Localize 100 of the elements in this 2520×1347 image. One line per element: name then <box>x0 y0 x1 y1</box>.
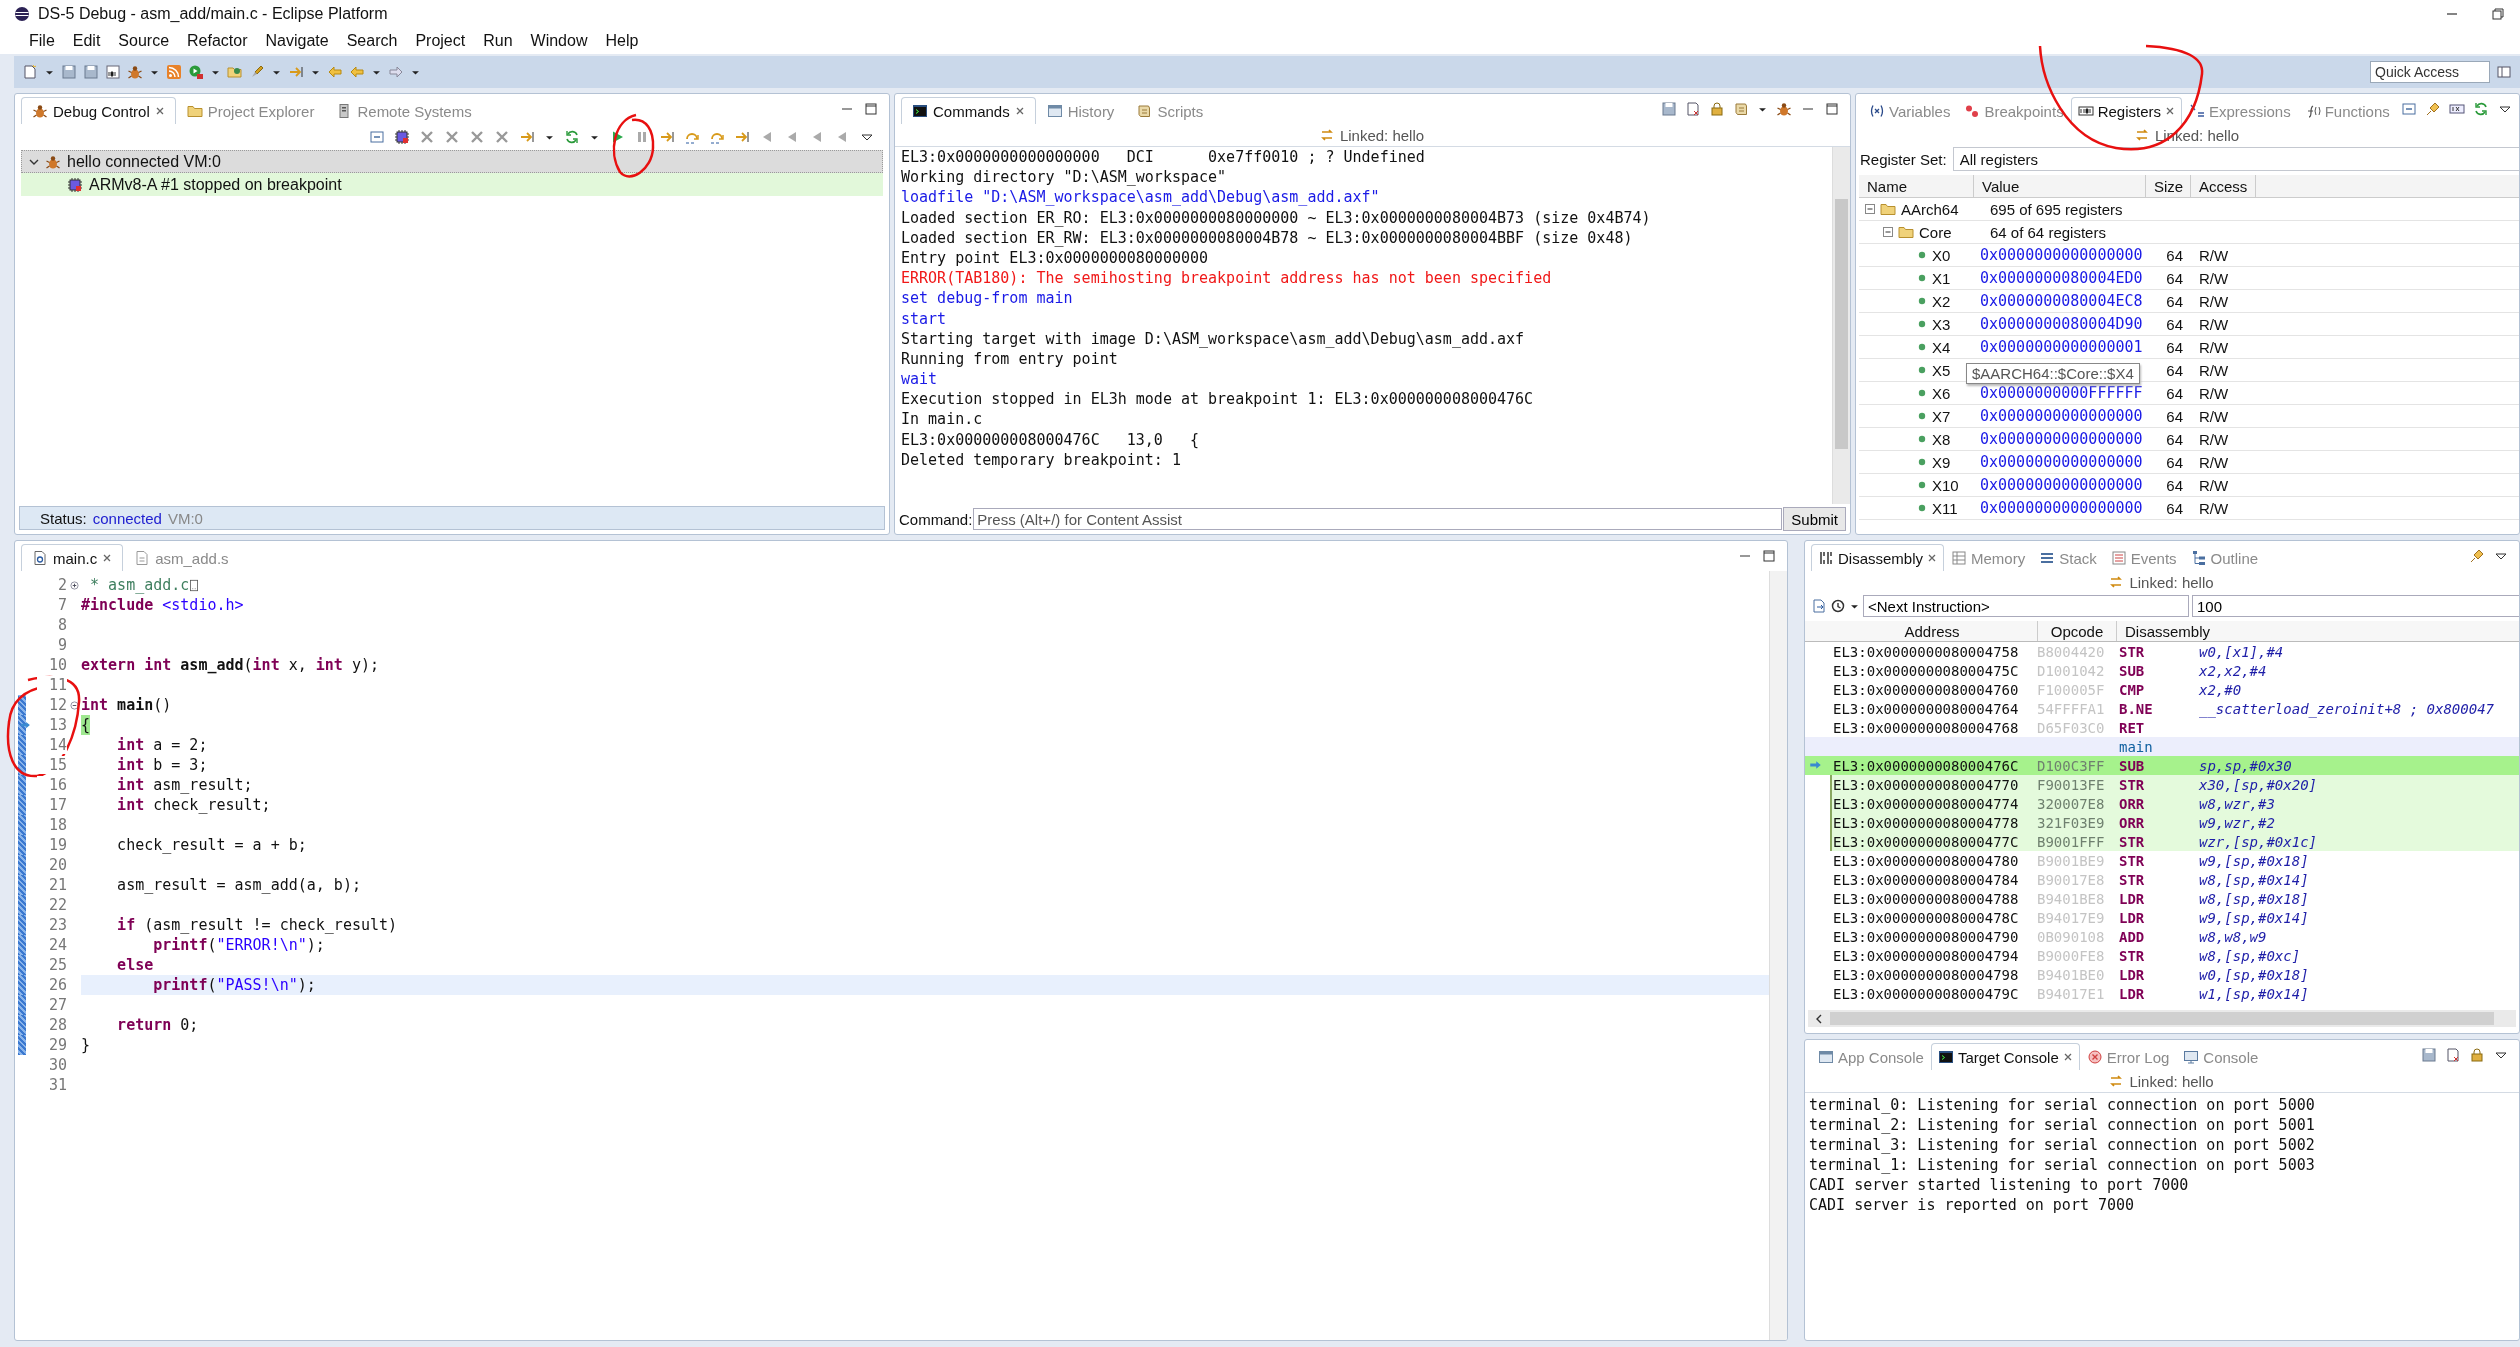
open-folder-icon[interactable] <box>227 64 243 80</box>
tab[interactable]: Console <box>2176 1043 2266 1070</box>
tab[interactable]: Remote Systems <box>325 97 483 124</box>
perspective-icon[interactable] <box>2496 64 2512 80</box>
collapse-all-icon[interactable] <box>2400 101 2417 117</box>
linked-context-dropdown[interactable]: Linked: hello <box>2127 573 2216 591</box>
floppy-icon[interactable] <box>1661 101 1677 117</box>
column-header[interactable]: Opcode <box>2038 621 2117 641</box>
pin-icon[interactable] <box>2424 101 2441 117</box>
lock-icon[interactable] <box>2469 1047 2485 1063</box>
column-header[interactable]: Size <box>2146 175 2191 197</box>
new-file-icon[interactable] <box>22 64 38 80</box>
column-header[interactable]: Disassembly <box>2117 621 2519 641</box>
close-icon[interactable] <box>102 553 113 563</box>
bug-icon[interactable] <box>127 64 143 80</box>
tab[interactable]: Functions <box>2297 97 2397 124</box>
close-icon[interactable] <box>1014 106 1025 116</box>
clear-console-icon[interactable] <box>1685 101 1701 117</box>
binary-file-icon[interactable] <box>105 64 121 80</box>
run-icon[interactable] <box>188 64 204 80</box>
tab[interactable]: Stack <box>2032 544 2104 571</box>
tab[interactable]: History <box>1035 97 1126 124</box>
tab[interactable]: Debug Control <box>21 97 176 124</box>
tab[interactable]: Error Log <box>2079 1043 2177 1070</box>
hex-format-icon[interactable] <box>2448 101 2465 117</box>
folded-code-icon[interactable] <box>190 578 199 592</box>
chip-icon[interactable] <box>394 129 410 145</box>
floppy-icon[interactable] <box>83 64 99 80</box>
scroll-left-icon[interactable] <box>1814 1013 1824 1024</box>
lock-icon[interactable] <box>1709 101 1725 117</box>
refresh-icon[interactable] <box>2472 101 2489 117</box>
collapse-all-icon[interactable] <box>369 129 385 145</box>
register-set-dropdown[interactable]: All registers <box>1952 147 2519 171</box>
step-arrow-icon[interactable] <box>734 129 750 145</box>
menu-item[interactable]: Help <box>596 32 648 50</box>
tab[interactable]: Memory <box>1944 544 2033 571</box>
close-icon[interactable] <box>2165 106 2175 116</box>
maximize-icon[interactable] <box>863 101 879 117</box>
tree-toggle-icon[interactable] <box>1865 204 1875 214</box>
step-arrow-icon[interactable] <box>519 129 535 145</box>
tab[interactable]: Scripts <box>1125 97 1215 124</box>
right-arrow-icon[interactable] <box>388 64 404 80</box>
tab[interactable]: App Console <box>1811 1043 1931 1070</box>
submit-button[interactable]: Submit <box>1783 507 1846 531</box>
instruction-count-field[interactable]: 100 <box>2192 595 2519 617</box>
bug-icon[interactable] <box>1776 101 1792 117</box>
tab[interactable]: Variables <box>1862 97 1958 124</box>
maximize-icon[interactable] <box>1761 548 1777 564</box>
menu-item[interactable]: Refactor <box>178 32 257 50</box>
close-icon[interactable] <box>1927 553 1938 563</box>
tab[interactable]: main.c <box>21 544 124 571</box>
refresh-icon[interactable] <box>564 129 580 145</box>
tab[interactable]: Outline <box>2183 544 2266 571</box>
clear-console-icon[interactable] <box>2445 1047 2461 1063</box>
tab[interactable]: Breakpoints <box>1957 97 2071 124</box>
tab[interactable]: Commands <box>901 97 1036 124</box>
tab[interactable]: asm_add.s <box>123 544 240 571</box>
fold-toggle-icon[interactable] <box>69 580 79 590</box>
close-icon[interactable] <box>154 106 165 116</box>
step-arrow-icon[interactable] <box>659 129 675 145</box>
tab[interactable]: Disassembly <box>1811 544 1945 571</box>
scrollbar[interactable] <box>1808 1010 2516 1027</box>
maximize-icon[interactable] <box>1824 101 1840 117</box>
tab[interactable]: Registers <box>2070 97 2182 124</box>
tree-toggle-icon[interactable] <box>1883 227 1893 237</box>
tab[interactable]: Project Explorer <box>175 97 326 124</box>
step-arrow-icon[interactable] <box>288 64 304 80</box>
linked-context-dropdown[interactable]: Linked: hello <box>1337 126 1427 144</box>
scrollbar[interactable] <box>1832 147 1850 504</box>
menu-item[interactable]: Navigate <box>256 32 338 50</box>
left-arrow-icon[interactable] <box>327 64 343 80</box>
go-to-address-icon[interactable] <box>1811 598 1827 614</box>
left-arrow-icon[interactable] <box>349 64 365 80</box>
close-icon[interactable] <box>2062 1052 2073 1062</box>
scrollbar[interactable] <box>1769 571 1787 1340</box>
menu-item[interactable]: Edit <box>63 32 110 50</box>
restore-icon[interactable] <box>2490 6 2506 22</box>
menu-item[interactable]: Project <box>406 32 475 50</box>
tree-item[interactable]: hello connected VM:0 <box>21 150 883 173</box>
table-row[interactable]: EL3:0x000000008000476C D100C3FF SUB sp,sp,#0x30 <box>1805 756 2519 775</box>
menu-item[interactable]: File <box>20 32 64 50</box>
menu-item[interactable]: Window <box>521 32 597 50</box>
column-header[interactable]: Address <box>1827 621 2038 641</box>
column-header[interactable]: Access <box>2191 175 2256 197</box>
tree-item[interactable]: ARMv8-A #1 stopped on breakpoint <box>21 173 883 196</box>
pin-icon[interactable] <box>2469 548 2485 564</box>
command-input-field[interactable]: Press (Alt+/) for Content Assist <box>973 508 1783 530</box>
floppy-icon[interactable] <box>2421 1047 2437 1063</box>
quick-access-field[interactable]: Quick Access <box>2370 61 2490 83</box>
feed-icon[interactable] <box>166 64 182 80</box>
address-field[interactable]: <Next Instruction> <box>1863 595 2189 617</box>
linked-context-dropdown[interactable]: Linked: hello <box>2127 1072 2216 1090</box>
column-header[interactable]: Name <box>1859 175 1974 197</box>
tab[interactable]: Events <box>2103 544 2184 571</box>
column-header[interactable]: Value <box>1974 175 2146 197</box>
floppy-icon[interactable] <box>61 64 77 80</box>
menu-item[interactable]: Source <box>109 32 179 50</box>
fold-toggle-icon[interactable] <box>69 700 79 710</box>
delete-icon[interactable] <box>494 129 510 145</box>
delete-icon[interactable] <box>444 129 460 145</box>
